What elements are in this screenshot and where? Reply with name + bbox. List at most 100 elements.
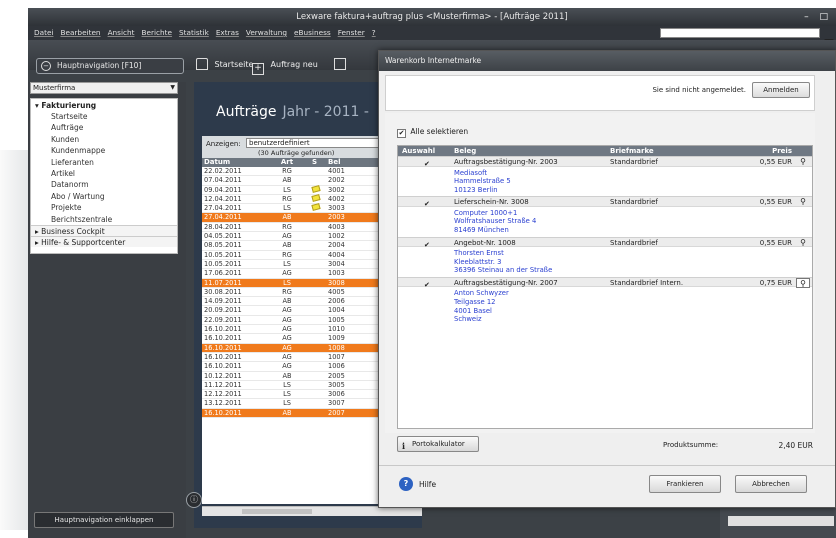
print-button[interactable] <box>334 54 350 76</box>
login-button[interactable]: Anmelden <box>752 82 810 98</box>
cell-art: RG <box>282 194 292 203</box>
menu-item-1[interactable]: Bearbeiten <box>60 28 100 37</box>
magnifier-icon[interactable]: ⚲ <box>796 238 810 248</box>
cart-row[interactable]: ✔ Auftragsbestätigung-Nr. 2007 Standardbri… <box>398 276 812 291</box>
auftrag-neu-button[interactable]: + Auftrag neu <box>252 54 318 76</box>
login-status: Sie sind nicht angemeldet. <box>652 86 746 94</box>
checkbox-checked-icon[interactable]: ✔ <box>424 240 430 251</box>
address-block: Thorsten Ernst Kleeblattstr. 3 36396 Stein… <box>398 247 812 277</box>
cell-art: AG <box>282 306 292 315</box>
collapse-navigation-button[interactable]: Hauptnavigation einklappen <box>34 512 174 528</box>
menu-item-5[interactable]: Extras <box>216 28 239 37</box>
sidebar-item[interactable]: Abo / Wartung <box>31 191 177 202</box>
magnifier-icon[interactable]: ⚲ <box>796 157 810 167</box>
main-navigation-toggle-button[interactable]: − Hauptnavigation [F10] <box>36 58 184 74</box>
cell-date: 16.10.2011 <box>204 408 242 417</box>
checkbox-checked-icon[interactable]: ✔ <box>424 199 430 210</box>
help-icon[interactable]: ? <box>399 477 413 491</box>
cell-number: 2005 <box>328 371 345 380</box>
dialog-title: Warenkorb Internetmarke <box>379 51 835 71</box>
window-controls[interactable]: – □ <box>804 8 832 26</box>
company-select-value: Musterfirma <box>33 84 76 92</box>
sidebar-item[interactable]: Projekte <box>31 202 177 213</box>
info-icon: i <box>402 441 406 451</box>
address-line: 10123 Berlin <box>454 185 498 194</box>
menu-item-2[interactable]: Ansicht <box>108 28 135 37</box>
select-all-checkbox[interactable]: ✔ Alle selektieren <box>397 127 468 138</box>
menu-item-7[interactable]: eBusiness <box>294 28 331 37</box>
company-select[interactable]: Musterfirma ▼ <box>30 82 178 94</box>
col-art[interactable]: Art <box>276 158 298 167</box>
frankieren-button[interactable]: Frankieren <box>649 475 721 493</box>
cart-beleg: Auftragsbestätigung-Nr. 2003 <box>454 158 558 166</box>
cell-date: 13.12.2011 <box>204 399 242 408</box>
page-title: Aufträge Jahr - 2011 - <box>216 104 369 120</box>
sidebar-item[interactable]: Berichtszentrale <box>31 214 177 225</box>
cell-number: 3005 <box>328 380 345 389</box>
menu-item-4[interactable]: Statistik <box>179 28 209 37</box>
sidebar-item[interactable]: Startseite <box>31 111 177 122</box>
cell-date: 14.09.2011 <box>204 297 242 306</box>
sidebar-item[interactable]: Lieferanten <box>31 157 177 168</box>
login-panel: Sie sind nicht angemeldet. Anmelden <box>385 75 815 111</box>
sidebar-group-label: Hilfe- & Supportcenter <box>41 237 126 247</box>
scrollbar-thumb[interactable] <box>242 509 312 514</box>
cell-date: 07.04.2011 <box>204 176 242 185</box>
address-line: Computer 1000+1 <box>454 208 518 217</box>
filter-select[interactable]: benutzerdefiniert <box>246 138 396 148</box>
cell-art: AG <box>282 232 292 241</box>
cell-number: 2006 <box>328 297 345 306</box>
window-title: Lexware faktura+auftrag plus <Musterfirm… <box>296 12 568 22</box>
cell-art: LS <box>283 380 291 389</box>
menu-search-input[interactable] <box>660 28 820 38</box>
cell-date: 12.12.2011 <box>204 390 242 399</box>
background-shade <box>0 150 30 530</box>
menu-item-6[interactable]: Verwaltung <box>246 28 287 37</box>
col-preis[interactable]: Preis <box>756 146 792 156</box>
col-briefmarke[interactable]: Briefmarke <box>610 146 654 156</box>
startseite-button[interactable]: Startseite <box>196 54 253 76</box>
cart-row[interactable]: ✔ Angebot-Nr. 1008 Standardbrief 0,55 EUR ⚲ <box>398 236 812 251</box>
sidebar-item[interactable]: Kundenmappe <box>31 145 177 156</box>
cell-date: 11.07.2011 <box>204 278 242 287</box>
col-datum[interactable]: Datum <box>204 158 230 167</box>
col-beleg[interactable]: Beleg <box>454 146 476 156</box>
menu-item-9[interactable]: ? <box>372 28 376 37</box>
sidebar-item[interactable]: Aufträge <box>31 122 177 133</box>
sidebar-group[interactable]: ▸ Hilfe- & Supportcenter <box>31 235 177 247</box>
col-auswahl[interactable]: Auswahl <box>402 146 444 156</box>
menu-item-3[interactable]: Berichte <box>142 28 173 37</box>
address-block: Mediasoft Hammelstraße 5 10123 Berlin <box>398 167 812 197</box>
background-scrollbar[interactable] <box>728 516 834 526</box>
chevron-down-icon: ▼ <box>170 84 175 91</box>
portokalkulator-button[interactable]: i Portokalkulator <box>397 436 479 452</box>
cell-number: 1003 <box>328 269 345 278</box>
col-beleg[interactable]: Bel <box>328 158 340 167</box>
sidebar-item[interactable]: Kunden <box>31 134 177 145</box>
cart-row[interactable]: ✔ Auftragsbestätigung-Nr. 2003 Standardbri… <box>398 156 812 170</box>
cell-number: 1002 <box>328 232 345 241</box>
cell-art: AG <box>282 315 292 324</box>
startseite-label: Startseite <box>214 60 254 69</box>
sidebar-group[interactable]: ▸ Business Cockpit <box>31 224 177 236</box>
cart-row[interactable]: ✔ Lieferschein-Nr. 3008 Standardbrief 0,55 … <box>398 196 812 210</box>
help-link[interactable]: Hilfe <box>419 480 436 489</box>
sidebar-item[interactable]: Artikel <box>31 168 177 179</box>
magnifier-icon[interactable]: ⚲ <box>796 197 810 207</box>
cancel-button[interactable]: Abbrechen <box>735 475 807 493</box>
menu-item-8[interactable]: Fenster <box>338 28 365 37</box>
sidebar-item[interactable]: Datanorm <box>31 179 177 190</box>
cell-date: 27.04.2011 <box>204 204 242 213</box>
cell-number: 2002 <box>328 176 345 185</box>
cell-number: 1006 <box>328 362 345 371</box>
magnifier-icon[interactable]: ⚲ <box>796 277 810 288</box>
checkbox-checked-icon[interactable]: ✔ <box>424 280 430 291</box>
menu-item-0[interactable]: Datei <box>34 28 53 37</box>
cell-date: 17.06.2011 <box>204 269 242 278</box>
col-s[interactable]: S <box>312 158 322 167</box>
nav-section-fakturierung[interactable]: ▾ Fakturierung <box>31 99 177 111</box>
info-icon[interactable]: ⓘ <box>186 492 202 508</box>
cell-number: 1005 <box>328 315 345 324</box>
checkbox-checked-icon[interactable]: ✔ <box>424 159 430 170</box>
cell-art: AB <box>282 176 292 185</box>
